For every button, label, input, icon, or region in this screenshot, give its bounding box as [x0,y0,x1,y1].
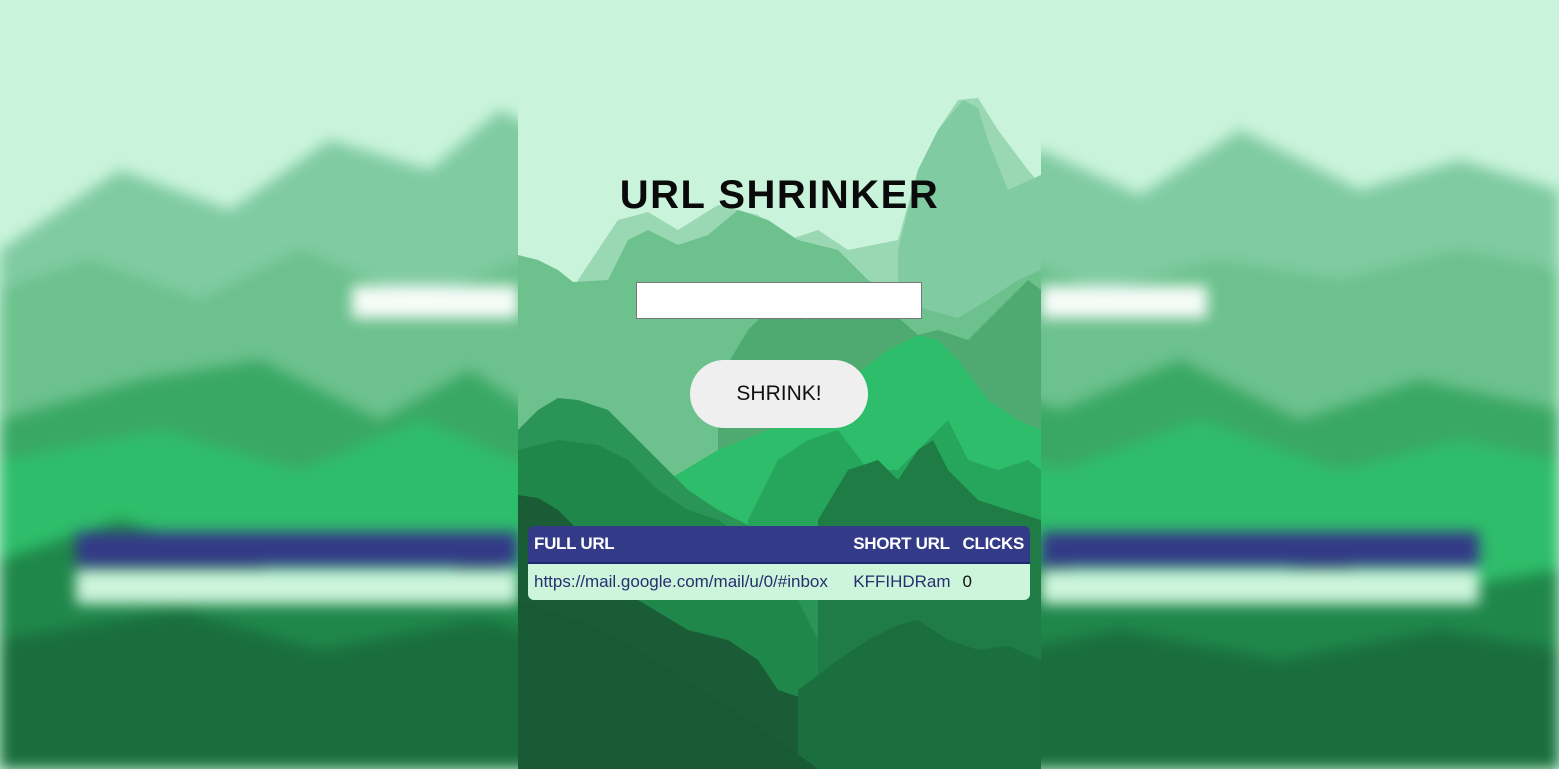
short-url-cell: KFFIHDRam [847,563,956,600]
blurred-table-row [76,570,518,604]
header-full-url: FULL URL [534,534,615,553]
blurred-table-left [76,532,518,606]
blurred-table-row [1041,570,1479,604]
shrink-button[interactable]: SHRINK! [690,360,868,428]
short-url-link[interactable]: KFFIHDRam [853,572,950,591]
urls-table: FULL URL SHORT URL CLICKS https://mail.g… [528,526,1030,600]
blurred-input-left [352,286,518,318]
full-url-cell: https://mail.google.com/mail/u/0/#inbox [528,563,847,600]
page-title: URL SHRINKER [619,173,940,217]
header-short-url: SHORT URL [853,534,950,553]
table-row: https://mail.google.com/mail/u/0/#inbox … [528,563,1030,600]
full-url-link[interactable]: https://mail.google.com/mail/u/0/#inbox [534,572,828,591]
blurred-table-header [1041,532,1479,566]
main-panel: URL SHRINKER SHRINK! FULL URL SHORT URL … [518,0,1041,769]
table-header-row: FULL URL SHORT URL CLICKS [528,526,1030,563]
blurred-input-right [1041,286,1207,318]
url-input[interactable] [636,282,922,319]
blurred-table-header [76,532,518,566]
header-clicks: CLICKS [962,534,1025,553]
clicks-count: 0 [962,572,972,591]
blurred-table-right [1041,532,1479,606]
